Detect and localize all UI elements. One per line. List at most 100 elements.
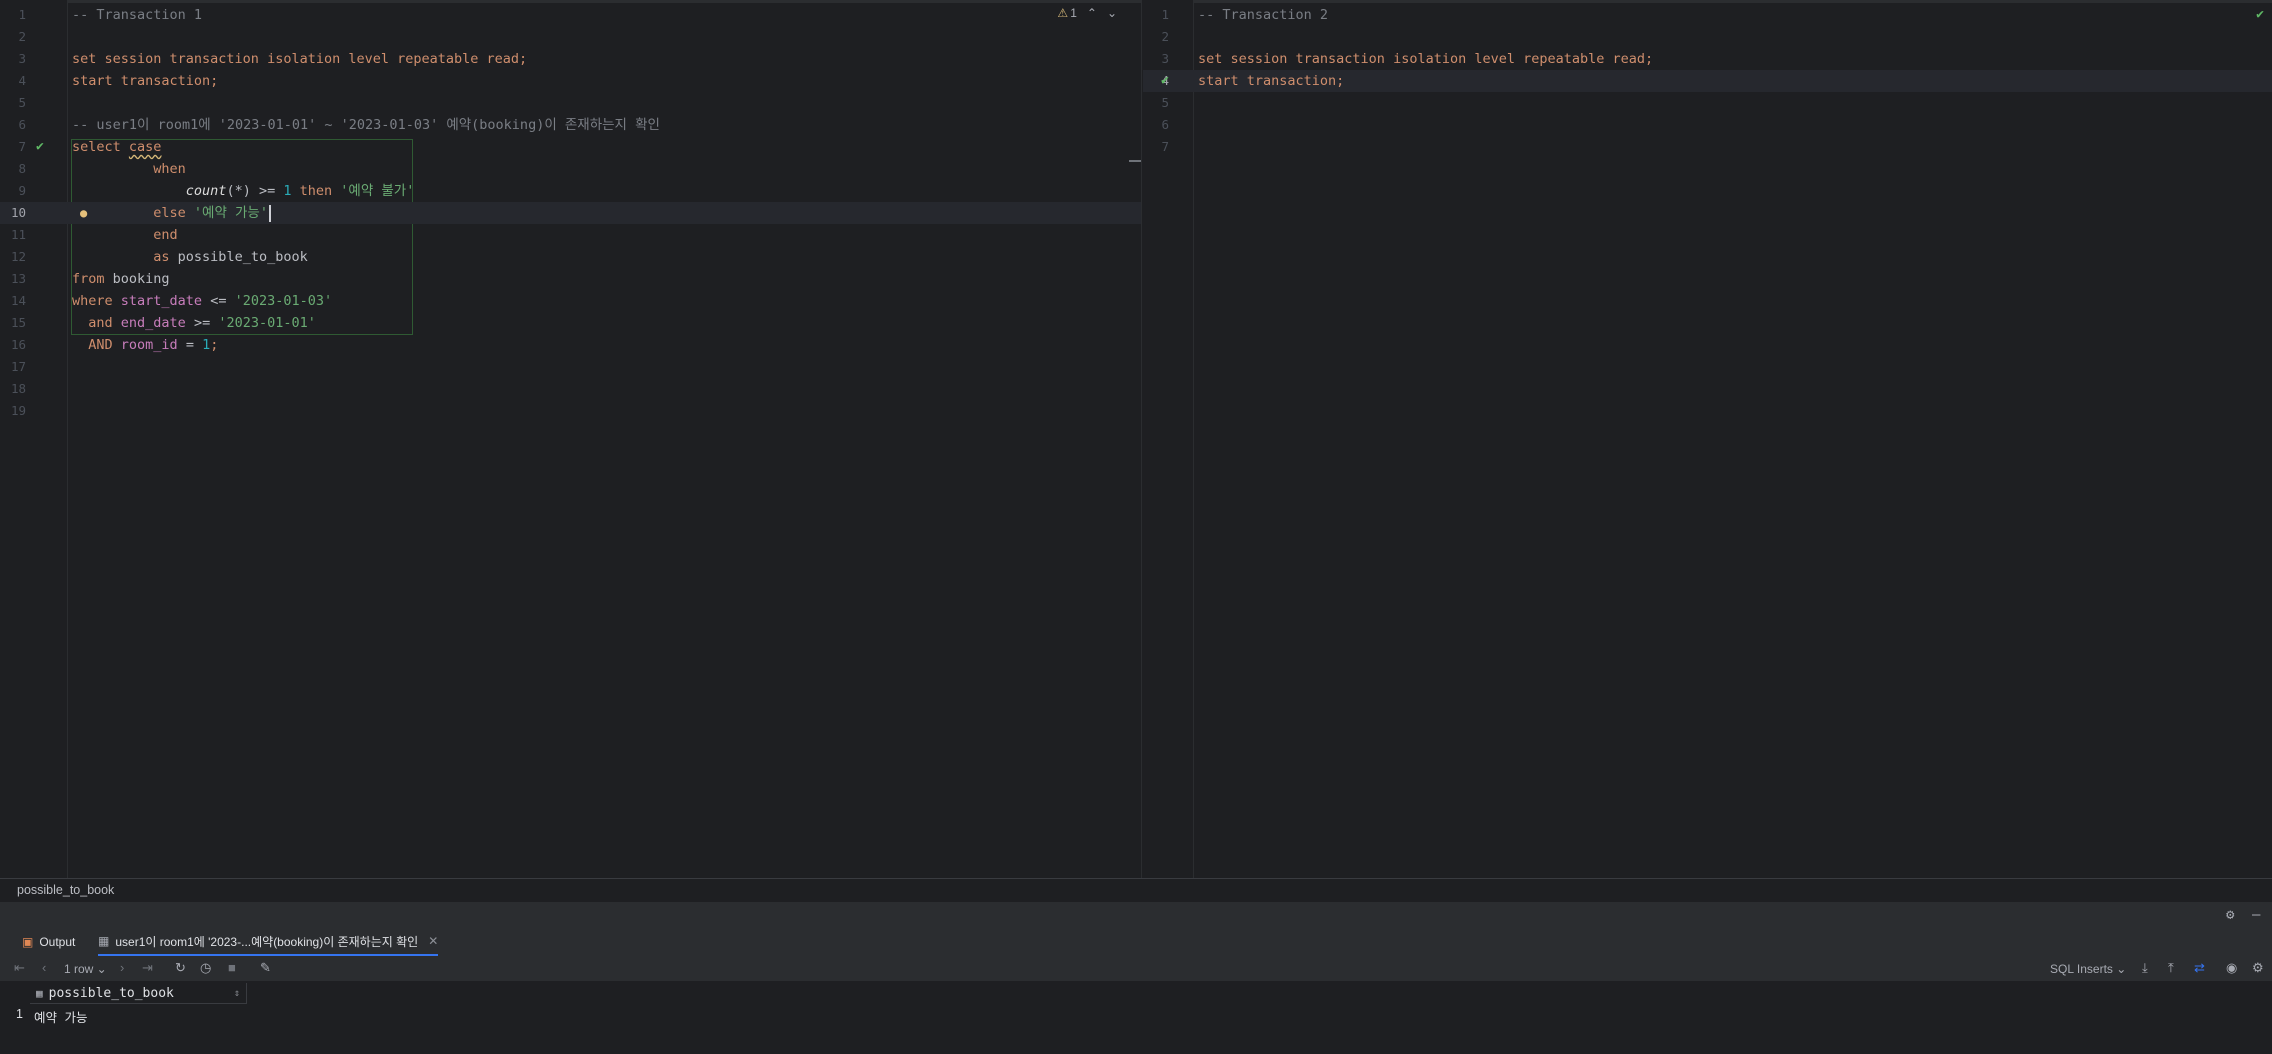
line-number: 5 <box>18 95 26 110</box>
line-number: 1 <box>18 7 26 22</box>
code-line[interactable]: 4 start transaction; <box>0 70 1141 92</box>
code-token: from <box>72 271 113 287</box>
next-highlight-icon[interactable]: ⌄ <box>1107 6 1117 20</box>
download-icon[interactable]: ⤓ <box>2142 960 2148 976</box>
code-line[interactable]: 17 <box>0 356 1141 378</box>
tab-output[interactable]: ▣ Output <box>22 928 75 956</box>
editor-transaction-2[interactable]: 1 -- Transaction 2 2 3 set session transacti… <box>1143 0 2272 878</box>
code-token: set session transaction isolation level … <box>1198 51 1654 67</box>
first-page-icon[interactable]: ⇤ <box>14 960 25 976</box>
sort-icon[interactable]: ⇕ <box>234 988 240 999</box>
code-text: where start_date <= '2023-01-03' <box>72 290 332 312</box>
last-page-icon[interactable]: ⇥ <box>142 960 153 976</box>
column-header[interactable]: ▦ possible_to_book ⇕ <box>30 983 247 1004</box>
code-token: -- user1이 room1에 '2023-01-01' ~ '2023-01… <box>72 117 660 133</box>
code-line[interactable]: 4 ✔ start transaction; <box>1143 70 2272 92</box>
code-line[interactable]: 18 <box>0 378 1141 400</box>
execution-success-icon: ✔ <box>36 139 44 154</box>
refresh-icon[interactable]: ↻ <box>175 960 186 976</box>
inspection-widget[interactable]: ⚠ 1 ⌃ ⌄ <box>1057 6 1117 20</box>
code-token: '2023-01-03' <box>234 293 333 309</box>
code-line[interactable]: 1 -- Transaction 1 <box>0 4 1141 26</box>
code-token: else <box>72 205 194 221</box>
code-line[interactable]: 8 when <box>0 158 1141 180</box>
code-token: select <box>72 139 129 155</box>
code-line[interactable]: 15 and end_date >= '2023-01-01' <box>0 312 1141 334</box>
no-problems-check-icon: ✔ <box>2256 7 2264 22</box>
breadcrumb: possible_to_book <box>0 878 2272 903</box>
stop-icon[interactable]: ■ <box>228 960 236 975</box>
code-token: where <box>72 293 121 309</box>
code-token: room_id <box>120 337 178 353</box>
code-line[interactable]: 12 as possible_to_book <box>0 246 1141 268</box>
code-text: AND room_id = 1; <box>72 334 218 356</box>
table-row[interactable]: 1 예약 가능 <box>0 1005 248 1025</box>
code-line[interactable]: 10 ● else '예약 가능' <box>0 202 1141 224</box>
close-icon[interactable]: ✕ <box>428 934 438 948</box>
code-token: booking <box>112 271 170 287</box>
code-line[interactable]: 7 <box>1143 136 2272 158</box>
line-number: 3 <box>18 51 26 66</box>
line-number: 13 <box>10 271 26 286</box>
code-line[interactable]: 1 -- Transaction 2 <box>1143 4 2272 26</box>
code-token: ; <box>210 337 219 353</box>
code-text: end <box>72 224 177 246</box>
tab-label: Output <box>39 935 76 949</box>
gear-icon[interactable]: ⚙ <box>2252 960 2264 976</box>
code-line[interactable]: 16 AND room_id = 1; <box>0 334 1141 356</box>
code-lines: 1 -- Transaction 2 2 3 set session transacti… <box>1143 4 2272 158</box>
previous-page-icon[interactable]: ‹ <box>42 960 46 975</box>
code-line[interactable]: 3 set session transaction isolation level… <box>0 48 1141 70</box>
export-format-dropdown[interactable]: SQL Inserts ⌄ <box>2050 962 2126 976</box>
code-line[interactable]: 2 <box>1143 26 2272 48</box>
minimize-icon[interactable]: — <box>2252 907 2260 923</box>
upload-icon[interactable]: ⤒ <box>2168 960 2174 976</box>
code-line[interactable]: 11 end <box>0 224 1141 246</box>
code-text: -- Transaction 1 <box>72 4 202 26</box>
next-page-icon[interactable]: › <box>120 960 124 975</box>
warning-count: 1 <box>1070 6 1077 20</box>
view-icon[interactable]: ◉ <box>2226 960 2237 976</box>
tab-label: user1이 room1에 '2023-...예약(booking)이 존재하는… <box>115 934 419 949</box>
tab-query-result[interactable]: ▦ user1이 room1에 '2023-...예약(booking)이 존재… <box>98 928 439 956</box>
code-line[interactable]: 5 <box>1143 92 2272 114</box>
breadcrumb-item[interactable]: possible_to_book <box>17 883 114 897</box>
result-grid[interactable]: ▦ possible_to_book ⇕ 1 예약 가능 <box>0 981 2272 1054</box>
line-number: 2 <box>1161 29 1169 44</box>
code-token: start transaction; <box>1198 73 1345 89</box>
history-icon[interactable]: ◷ <box>200 960 211 976</box>
editor-transaction-1[interactable]: 1 -- Transaction 1 2 3 set session transacti… <box>0 0 1142 878</box>
code-line[interactable]: 5 <box>0 92 1141 114</box>
line-number: 8 <box>18 161 26 176</box>
line-number: 19 <box>10 403 26 418</box>
table-cell[interactable]: 예약 가능 <box>34 1007 88 1026</box>
code-line[interactable]: 19 <box>0 400 1141 422</box>
line-number: 6 <box>1161 117 1169 132</box>
result-toolbar: ⇤ ‹ 1 row ⌄ › ⇥ ↻ ◷ ■ ✎ SQL Inserts ⌄ ⤓ … <box>0 957 2272 981</box>
code-token: start_date <box>120 293 203 309</box>
code-line[interactable]: 6 <box>1143 114 2272 136</box>
table-column-icon: ▦ <box>36 986 43 1000</box>
code-line[interactable]: 9 count(*) >= 1 then '예약 불가' <box>0 180 1141 202</box>
warning-icon[interactable]: ⚠ 1 <box>1057 6 1076 20</box>
code-lines: 1 -- Transaction 1 2 3 set session transacti… <box>0 4 1141 422</box>
code-text: -- user1이 room1에 '2023-01-01' ~ '2023-01… <box>72 114 660 136</box>
code-token: <= <box>202 293 235 309</box>
gear-icon[interactable]: ⚙ <box>2226 907 2234 923</box>
code-line[interactable]: 14 where start_date <= '2023-01-03' <box>0 290 1141 312</box>
code-line[interactable]: 13 from booking <box>0 268 1141 290</box>
code-token: -- Transaction 2 <box>1198 7 1329 23</box>
pin-icon[interactable]: ✎ <box>260 960 271 976</box>
code-line[interactable]: 7 ✔ select case <box>0 136 1141 158</box>
previous-highlight-icon[interactable]: ⌃ <box>1087 6 1097 20</box>
code-text: else '예약 가능' <box>72 202 271 224</box>
code-line[interactable]: 6 -- user1이 room1에 '2023-01-01' ~ '2023-0… <box>0 114 1141 136</box>
row-count-dropdown[interactable]: 1 row ⌄ <box>64 962 107 976</box>
code-line[interactable]: 2 <box>0 26 1141 48</box>
line-number: 3 <box>1161 51 1169 66</box>
code-token: set session transaction isolation level … <box>72 51 528 67</box>
code-line[interactable]: 3 set session transaction isolation level… <box>1143 48 2272 70</box>
compare-icon[interactable]: ⇄ <box>2194 960 2205 976</box>
code-text: set session transaction isolation level … <box>72 48 527 70</box>
